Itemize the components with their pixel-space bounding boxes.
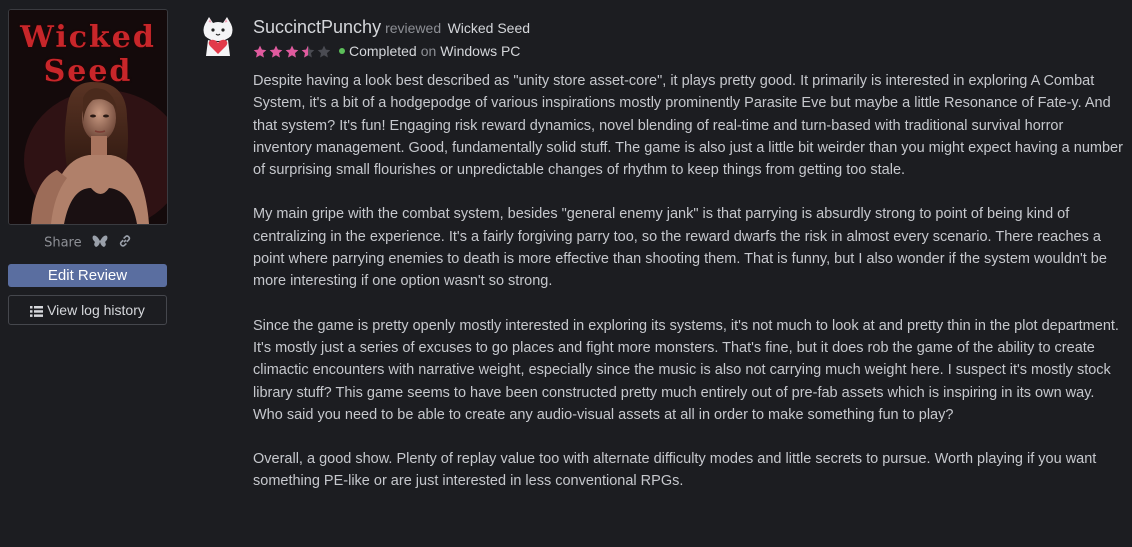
- share-label: Share: [44, 235, 82, 251]
- cover-title-line2: Seed: [43, 54, 133, 89]
- list-icon: [30, 306, 44, 317]
- reviewed-label: reviewed: [385, 20, 442, 36]
- user-avatar[interactable]: [200, 16, 236, 58]
- review-paragraph: My main gripe with the combat system, be…: [253, 206, 1107, 290]
- review-header: SuccinctPunchy reviewed Wicked Seed: [253, 17, 530, 38]
- completion-status: Completed: [349, 43, 417, 59]
- review-paragraph: Overall, a good show. Plenty of replay v…: [253, 451, 1097, 490]
- view-log-history-button[interactable]: View log history: [8, 295, 167, 325]
- star-icon: [301, 45, 315, 57]
- game-link[interactable]: Wicked Seed: [448, 20, 530, 36]
- game-sidebar: Wicked Seed Share Edit Review View log h…: [8, 9, 168, 325]
- platform-label: Windows PC: [440, 43, 521, 59]
- star-icon: [317, 45, 331, 57]
- review-meta: Completed on Windows PC: [253, 41, 520, 61]
- share-row: Share: [8, 234, 168, 252]
- username-link[interactable]: SuccinctPunchy: [253, 17, 381, 37]
- star-icon: [253, 45, 267, 57]
- link-icon[interactable]: [118, 234, 132, 252]
- star-icon: [285, 45, 299, 57]
- review-page: Wicked Seed Share Edit Review View log h…: [0, 0, 1132, 547]
- star-rating: [253, 45, 333, 58]
- review-paragraph: Despite having a look best described as …: [253, 73, 1123, 179]
- edit-review-button[interactable]: Edit Review: [8, 264, 167, 287]
- cat-avatar-icon: [203, 17, 233, 56]
- view-log-history-label: View log history: [47, 302, 145, 318]
- review-paragraph: Since the game is pretty openly mostly i…: [253, 317, 1119, 423]
- butterfly-icon[interactable]: [92, 235, 108, 252]
- game-cover-image[interactable]: Wicked Seed: [8, 9, 168, 225]
- status-dot-icon: [339, 48, 345, 54]
- on-label: on: [420, 43, 437, 59]
- review-text: Despite having a look best described as …: [253, 70, 1123, 515]
- cover-title-line1: Wicked: [20, 20, 156, 55]
- star-icon: [269, 45, 283, 57]
